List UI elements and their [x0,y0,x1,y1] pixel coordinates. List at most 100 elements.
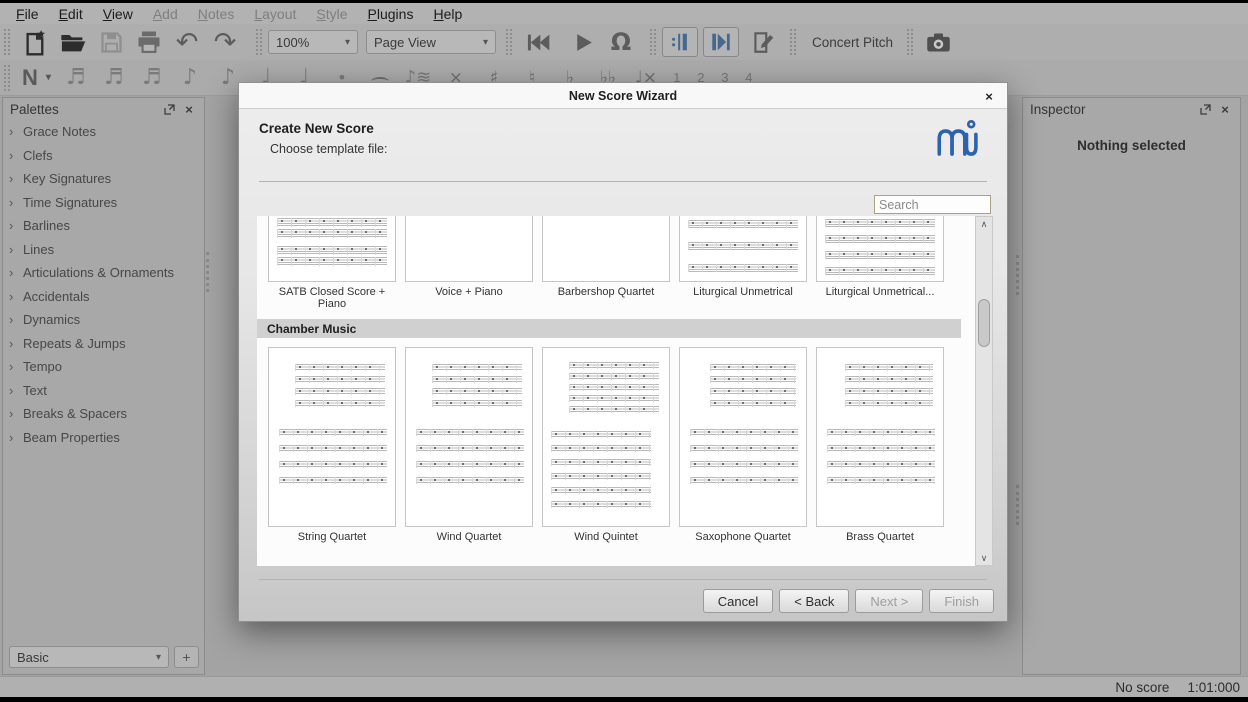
template-saxophone-quartet[interactable] [679,347,807,527]
divider [259,579,987,580]
template-string-quartet[interactable] [268,347,396,527]
play-repeats-toggle[interactable] [662,27,698,57]
palette-articulations[interactable]: › Articulations & Ornaments [3,261,204,285]
menu-notes: Notes [188,5,245,23]
palette-tempo[interactable]: › Tempo [3,355,204,379]
dialog-titlebar[interactable]: New Score Wizard × [239,83,1007,109]
print-button[interactable] [130,27,168,57]
print-icon [135,28,163,56]
note-64th-icon[interactable]: ♬ [57,65,95,90]
float-icon [1200,104,1211,115]
palette-lines[interactable]: › Lines [3,238,204,262]
menu-view[interactable]: View [93,5,143,23]
palette-breaks-spacers[interactable]: › Breaks & Spacers [3,402,204,426]
toolbar-drag-handle[interactable] [907,29,913,55]
image-capture-button[interactable] [919,27,957,57]
palette-text[interactable]: › Text [3,379,204,403]
camera-icon [925,29,952,56]
palette-clefs[interactable]: › Clefs [3,144,204,168]
scroll-down-icon[interactable]: ∨ [981,551,988,565]
play-button[interactable] [564,27,602,57]
splitter-handle[interactable] [1016,255,1019,295]
palette-time-signatures[interactable]: › Time Signatures [3,191,204,215]
chevron-right-icon: › [9,218,23,233]
splitter-handle[interactable] [206,252,209,292]
toolbar-drag-handle[interactable] [650,29,656,55]
close-panel-button[interactable]: × [1217,101,1233,117]
palette-repeats-jumps[interactable]: › Repeats & Jumps [3,332,204,356]
undo-button[interactable]: ↶ [168,27,206,57]
rewind-icon [524,29,551,56]
redo-button[interactable]: ↷ [206,27,244,57]
open-file-button[interactable] [54,27,92,57]
concert-pitch-toggle[interactable]: Concert Pitch [802,35,903,50]
template-scrollbar[interactable]: ∧ ∨ [975,216,993,566]
wizard-heading: Create New Score [259,121,374,136]
template-search-input[interactable] [874,195,991,214]
toolbar-drag-handle[interactable] [4,29,10,55]
palette-beam-properties[interactable]: › Beam Properties [3,426,204,450]
toolbar-drag-handle[interactable] [790,29,796,55]
toolbar-drag-handle[interactable] [506,29,512,55]
back-button[interactable]: < Back [779,589,849,613]
menu-plugins[interactable]: Plugins [358,5,424,23]
template-liturgical-unmetrical[interactable] [679,216,807,282]
palettes-panel-titlebar: Palettes × [3,98,204,120]
template-label: Liturgical Unmetrical... [812,286,948,298]
add-workspace-button[interactable]: + [174,646,199,668]
save-icon [98,29,125,56]
template-label: Saxophone Quartet [675,531,811,543]
template-wind-quartet[interactable] [405,347,533,527]
new-score-button[interactable] [16,27,54,57]
note-input-button[interactable]: N ▾ [16,65,57,91]
template-wind-quintet[interactable] [542,347,670,527]
menu-help[interactable]: Help [423,5,472,23]
status-bar: No score 1:01:000 [0,676,1248,697]
float-icon [164,104,175,115]
zoom-select[interactable]: 100% ▾ [268,30,358,54]
chevron-right-icon: › [9,289,23,304]
template-label: Barbershop Quartet [538,286,674,298]
menu-layout: Layout [244,5,306,23]
template-liturgical-unmetrical-alt[interactable] [816,216,944,282]
view-mode-value: Page View [374,35,436,50]
palette-dynamics[interactable]: › Dynamics [3,308,204,332]
pan-playback-toggle[interactable] [703,27,739,57]
toolbar-drag-handle[interactable] [256,29,262,55]
float-panel-button[interactable] [1197,101,1213,117]
dialog-close-button[interactable]: × [981,88,997,104]
cancel-button[interactable]: Cancel [703,589,773,613]
close-panel-button[interactable]: × [181,101,197,117]
note-eighth-icon[interactable]: ♪ [171,65,209,90]
scroll-up-icon[interactable]: ∧ [981,217,988,231]
menu-file[interactable]: File [6,5,49,23]
splitter-handle[interactable] [1016,485,1019,525]
view-mode-select[interactable]: Page View ▾ [366,30,496,54]
edit-mode-button[interactable] [744,27,782,57]
chevron-right-icon: › [9,430,23,445]
chevron-right-icon: › [9,359,23,374]
chevron-right-icon: › [9,242,23,257]
note-32nd-icon[interactable]: ♬ [95,65,133,90]
loop-playback-button[interactable]: Ω [602,27,640,57]
palette-grace-notes[interactable]: › Grace Notes [3,120,204,144]
toolbar-drag-handle[interactable] [4,65,10,91]
palette-accidentals[interactable]: › Accidentals [3,285,204,309]
inspector-panel-title: Inspector [1030,102,1086,117]
palette-barlines[interactable]: › Barlines [3,214,204,238]
note-16th-icon[interactable]: ♬ [133,65,171,90]
scrollbar-track[interactable] [976,231,992,551]
float-panel-button[interactable] [161,101,177,117]
template-brass-quartet[interactable] [816,347,944,527]
rewind-button[interactable] [518,27,556,57]
open-folder-icon [59,28,87,56]
palette-key-signatures[interactable]: › Key Signatures [3,167,204,191]
repeat-barline-icon [669,31,691,53]
template-satb-closed-score-piano[interactable] [268,216,396,282]
workspace-select[interactable]: Basic ▾ [9,646,169,668]
template-barbershop-quartet[interactable] [542,216,670,282]
section-chamber-music: Chamber Music [257,319,961,338]
template-voice-piano[interactable] [405,216,533,282]
menu-edit[interactable]: Edit [49,5,93,23]
scrollbar-thumb[interactable] [978,299,990,347]
